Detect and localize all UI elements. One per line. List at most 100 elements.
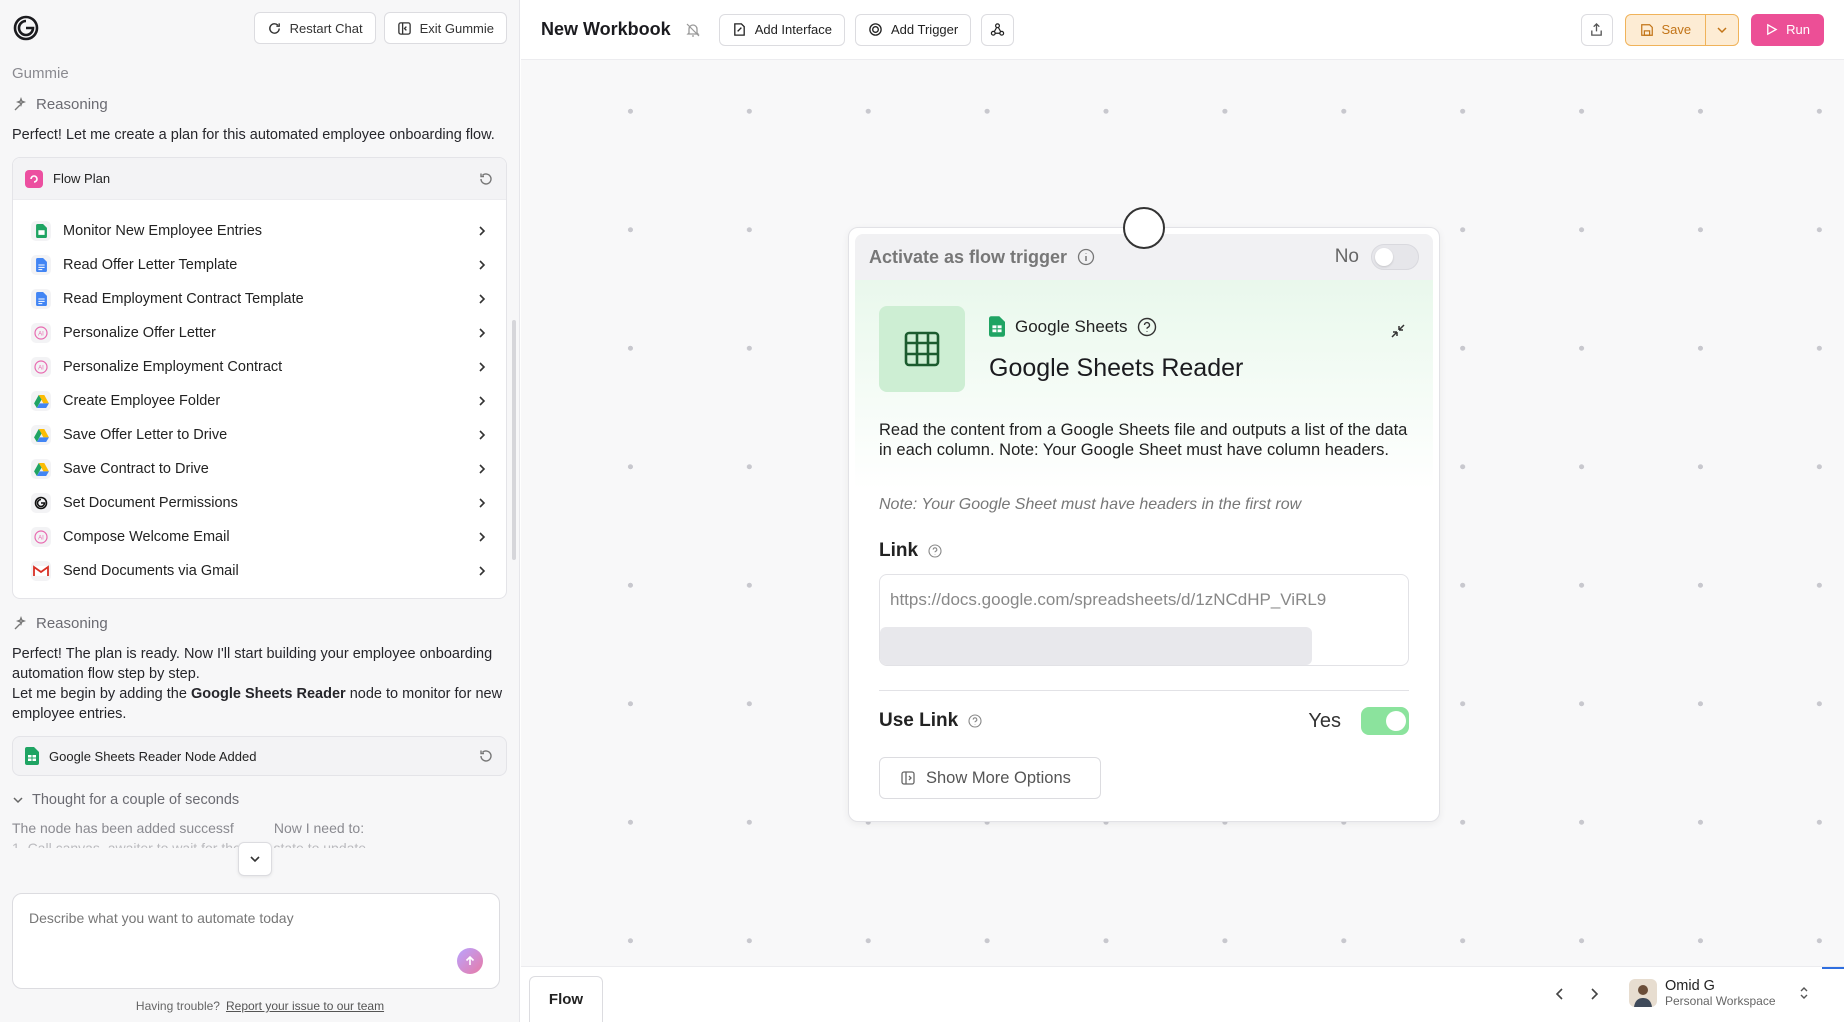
- node-connection-handle[interactable]: [1123, 207, 1165, 249]
- pager: [1551, 985, 1603, 1003]
- chat-sidebar: Restart Chat Exit Gummie Gummie Reasonin…: [0, 0, 520, 1022]
- gumloop-logo-icon[interactable]: [12, 14, 40, 42]
- link-field: [879, 574, 1409, 666]
- link-input[interactable]: [880, 575, 1408, 625]
- sidebar-header: Restart Chat Exit Gummie: [0, 0, 519, 56]
- plan-step[interactable]: Set Document Permissions: [31, 486, 488, 520]
- send-button[interactable]: [457, 948, 483, 974]
- node-header: Google Sheets Google Sheets Reader Read …: [855, 280, 1433, 490]
- plan-step[interactable]: Send Documents via Gmail: [31, 554, 488, 588]
- google-sheets-icon: [31, 221, 51, 241]
- thought-toggle[interactable]: Thought for a couple of seconds: [0, 792, 519, 808]
- link-label: Link: [879, 540, 919, 561]
- reasoning-header: Reasoning: [0, 615, 519, 632]
- plan-step[interactable]: AI Personalize Offer Letter: [31, 316, 488, 350]
- plan-step[interactable]: Monitor New Employee Entries: [31, 214, 488, 248]
- trigger-toggle[interactable]: [1371, 244, 1419, 270]
- table-icon: [879, 306, 965, 392]
- interface-icon: [733, 23, 745, 36]
- toggle-knob: [1386, 711, 1406, 731]
- chevron-right-icon: [476, 463, 488, 475]
- message-bold-text: Google Sheets Reader: [190, 686, 346, 702]
- play-icon: [1767, 23, 1778, 36]
- node-note: Note: Your Google Sheet must have header…: [879, 496, 1302, 513]
- restart-chat-button[interactable]: Restart Chat: [253, 12, 376, 44]
- exit-gummie-button[interactable]: Exit Gummie: [383, 12, 507, 44]
- node-added-card[interactable]: Google Sheets Reader Node Added: [12, 736, 507, 776]
- flow-plan-title: Flow Plan: [53, 171, 111, 186]
- add-trigger-button[interactable]: Add Trigger: [855, 13, 972, 46]
- flow-plan-icon: [25, 169, 43, 188]
- help-icon[interactable]: [968, 714, 982, 728]
- use-link-value: Yes: [1308, 709, 1341, 732]
- scroll-to-bottom-button[interactable]: [238, 842, 272, 876]
- google-sheets-icon: [989, 316, 1005, 337]
- chat-input[interactable]: [13, 894, 499, 954]
- show-more-options-button[interactable]: Show More Options: [879, 757, 1101, 799]
- sparkle-icon: [14, 615, 27, 629]
- plan-step[interactable]: AI Compose Welcome Email: [31, 520, 488, 554]
- plan-step-label: Read Employment Contract Template: [63, 291, 304, 307]
- exit-gummie-label: Exit Gummie: [419, 20, 494, 36]
- help-icon[interactable]: [1137, 317, 1157, 337]
- add-interface-button[interactable]: Add Interface: [718, 13, 846, 46]
- refresh-icon[interactable]: [478, 748, 494, 764]
- sparkle-icon: [14, 96, 27, 110]
- chevron-down-icon: [1717, 26, 1727, 33]
- expand-panel-icon: [901, 771, 915, 785]
- thought-line: The node has been added successf Now I ne…: [12, 818, 507, 838]
- flow-plan-header[interactable]: Flow Plan: [13, 158, 506, 200]
- chevron-right-icon: [476, 361, 488, 373]
- chevron-right-icon[interactable]: [1585, 985, 1603, 1003]
- ai-icon: AI: [31, 323, 51, 343]
- plan-step[interactable]: Save Contract to Drive: [31, 452, 488, 486]
- report-issue-link[interactable]: Report your issue to our team: [226, 999, 384, 1013]
- google-sheets-icon: [25, 747, 39, 765]
- chevron-right-icon: [476, 565, 488, 577]
- chevron-right-icon: [476, 293, 488, 305]
- chevron-right-icon: [476, 225, 488, 237]
- workbook-title[interactable]: New Workbook: [541, 19, 671, 40]
- use-link-toggle[interactable]: [1361, 707, 1409, 735]
- plan-step-label: Save Contract to Drive: [63, 461, 209, 477]
- save-label: Save: [1661, 22, 1692, 37]
- webhook-button[interactable]: [981, 13, 1015, 46]
- plan-step[interactable]: Read Offer Letter Template: [31, 248, 488, 282]
- workspace-name: Personal Workspace: [1665, 994, 1776, 1008]
- plan-step[interactable]: Read Employment Contract Template: [31, 282, 488, 316]
- info-icon[interactable]: [1077, 248, 1095, 266]
- tab-flow[interactable]: Flow: [529, 976, 603, 1022]
- bell-off-icon[interactable]: [685, 22, 701, 38]
- plan-step[interactable]: AI Personalize Employment Contract: [31, 350, 488, 384]
- accent-line: [1822, 967, 1844, 969]
- refresh-icon[interactable]: [478, 171, 494, 187]
- google-sheets-reader-node[interactable]: Activate as flow trigger No Google Sheet…: [848, 227, 1440, 822]
- workspace-switcher[interactable]: Omid G Personal Workspace: [1629, 978, 1810, 1008]
- google-drive-icon: [31, 459, 51, 479]
- save-button[interactable]: Save: [1626, 14, 1707, 45]
- plan-step-label: Compose Welcome Email: [63, 529, 230, 545]
- help-icon[interactable]: [928, 544, 942, 558]
- chevron-left-icon[interactable]: [1551, 985, 1569, 1003]
- thought-label: Thought for a couple of seconds: [32, 792, 240, 808]
- link-input-bar[interactable]: [880, 627, 1312, 665]
- webhook-icon: [991, 23, 1005, 36]
- sidebar-scrollbar[interactable]: [512, 320, 516, 560]
- svg-text:AI: AI: [38, 366, 44, 372]
- service-row: Google Sheets: [989, 316, 1157, 337]
- node-added-label: Google Sheets Reader Node Added: [49, 748, 257, 764]
- google-drive-icon: [31, 391, 51, 411]
- collapse-icon[interactable]: [1389, 322, 1407, 340]
- run-button[interactable]: Run: [1751, 13, 1824, 46]
- save-icon: [1640, 23, 1653, 36]
- use-link-row: Use Link Yes: [879, 707, 1409, 735]
- chevron-right-icon: [476, 497, 488, 509]
- plan-step[interactable]: Save Offer Letter to Drive: [31, 418, 488, 452]
- reasoning-label: Reasoning: [36, 96, 108, 113]
- plan-step-label: Send Documents via Gmail: [63, 563, 239, 579]
- share-button[interactable]: [1580, 13, 1613, 46]
- message-line: Perfect! The plan is ready. Now I'll sta…: [12, 646, 493, 682]
- gmail-icon: [31, 561, 51, 581]
- plan-step[interactable]: Create Employee Folder: [31, 384, 488, 418]
- save-options-button[interactable]: [1706, 15, 1738, 45]
